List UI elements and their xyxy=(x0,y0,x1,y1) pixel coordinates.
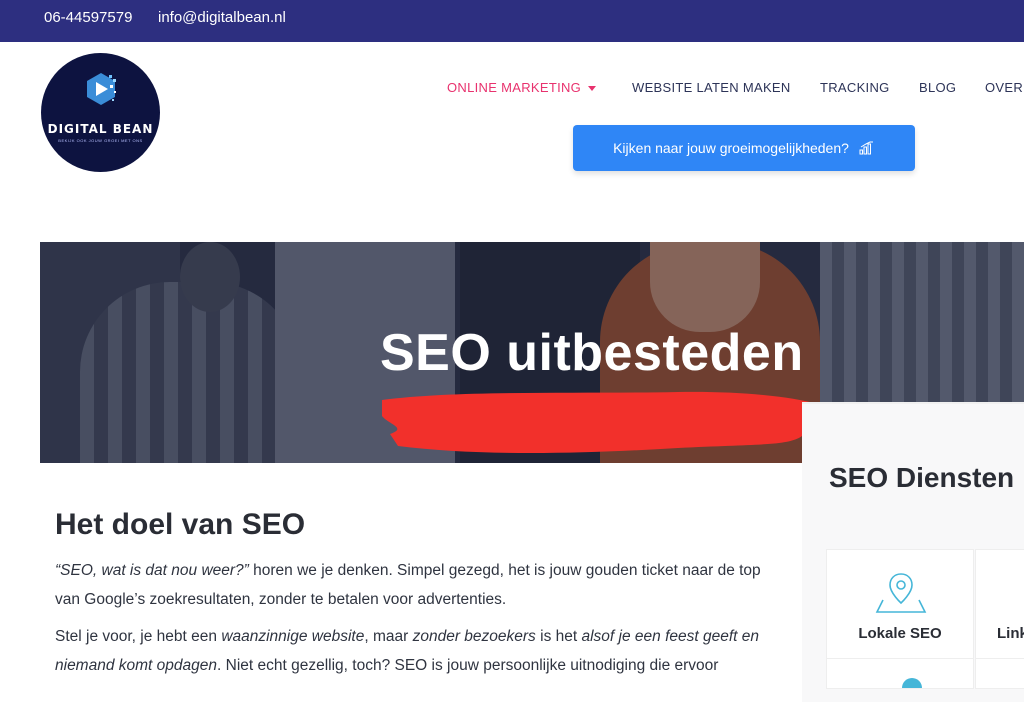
nav-item-over[interactable]: OVER xyxy=(985,80,1023,95)
service-card-lokale-seo[interactable]: Lokale SEO xyxy=(826,549,974,689)
service-label: Link xyxy=(997,625,1024,642)
paragraph-text: , maar xyxy=(364,628,413,645)
logo-tagline: BEKIJK OOK JOUW GROEI MET ONS xyxy=(58,138,143,143)
paragraph-text: is het xyxy=(535,628,582,645)
play-triangle-logo-icon xyxy=(87,73,116,105)
top-contact-bar: 06-44597579 info@digitalbean.nl xyxy=(0,0,1024,42)
emphasis-text: waanzinnige website xyxy=(221,628,365,645)
article-heading: Het doel van SEO xyxy=(55,508,306,541)
hero-title: SEO uitbesteden xyxy=(380,324,804,382)
cta-label: Kijken naar jouw groeimogelijkheden? xyxy=(613,140,849,156)
brush-underline xyxy=(382,391,818,453)
phone-link[interactable]: 06-44597579 xyxy=(44,9,132,26)
caret-down-icon xyxy=(588,86,597,92)
logo-wordmark: DIGITAL BEAN xyxy=(47,122,154,136)
map-pin-icon xyxy=(875,573,927,613)
divider xyxy=(976,658,1024,659)
paragraph-text: Stel je voor, je hebt een xyxy=(55,628,222,645)
nav-item-tracking[interactable]: TRACKING xyxy=(820,80,890,95)
nav-item-website-laten-maken[interactable]: WEBSITE LATEN MAKEN xyxy=(632,80,791,95)
growth-cta-button[interactable]: Kijken naar jouw groeimogelijkheden? xyxy=(573,125,915,171)
growth-chart-icon xyxy=(859,141,873,155)
email-link[interactable]: info@digitalbean.nl xyxy=(158,9,286,26)
article-paragraph: “SEO, wat is dat nou weer?” horen we je … xyxy=(55,556,785,614)
divider xyxy=(827,658,973,659)
nav-item-online-marketing[interactable]: ONLINE MARKETING xyxy=(447,80,597,95)
quote-text: “SEO, wat is dat nou weer?” xyxy=(55,562,249,579)
service-card-link[interactable]: Link xyxy=(975,549,1024,689)
nav-item-label: ONLINE MARKETING xyxy=(447,80,582,95)
article-content: Het doel van SEO “SEO, wat is dat nou we… xyxy=(55,508,785,688)
nav-item-blog[interactable]: BLOG xyxy=(919,80,956,95)
article-paragraph: Stel je voor, je hebt een waanzinnige we… xyxy=(55,622,785,680)
emphasis-text: zonder bezoekers xyxy=(412,628,536,645)
services-title: SEO Diensten xyxy=(829,462,1015,493)
seo-services-panel: SEO Diensten Lokale SEO Link xyxy=(802,402,1024,702)
service-label: Lokale SEO xyxy=(858,625,942,642)
site-logo[interactable]: DIGITAL BEAN BEKIJK OOK JOUW GROEI MET O… xyxy=(41,53,160,172)
paragraph-text: . Niet echt gezellig, toch? SEO is jouw … xyxy=(217,657,719,674)
